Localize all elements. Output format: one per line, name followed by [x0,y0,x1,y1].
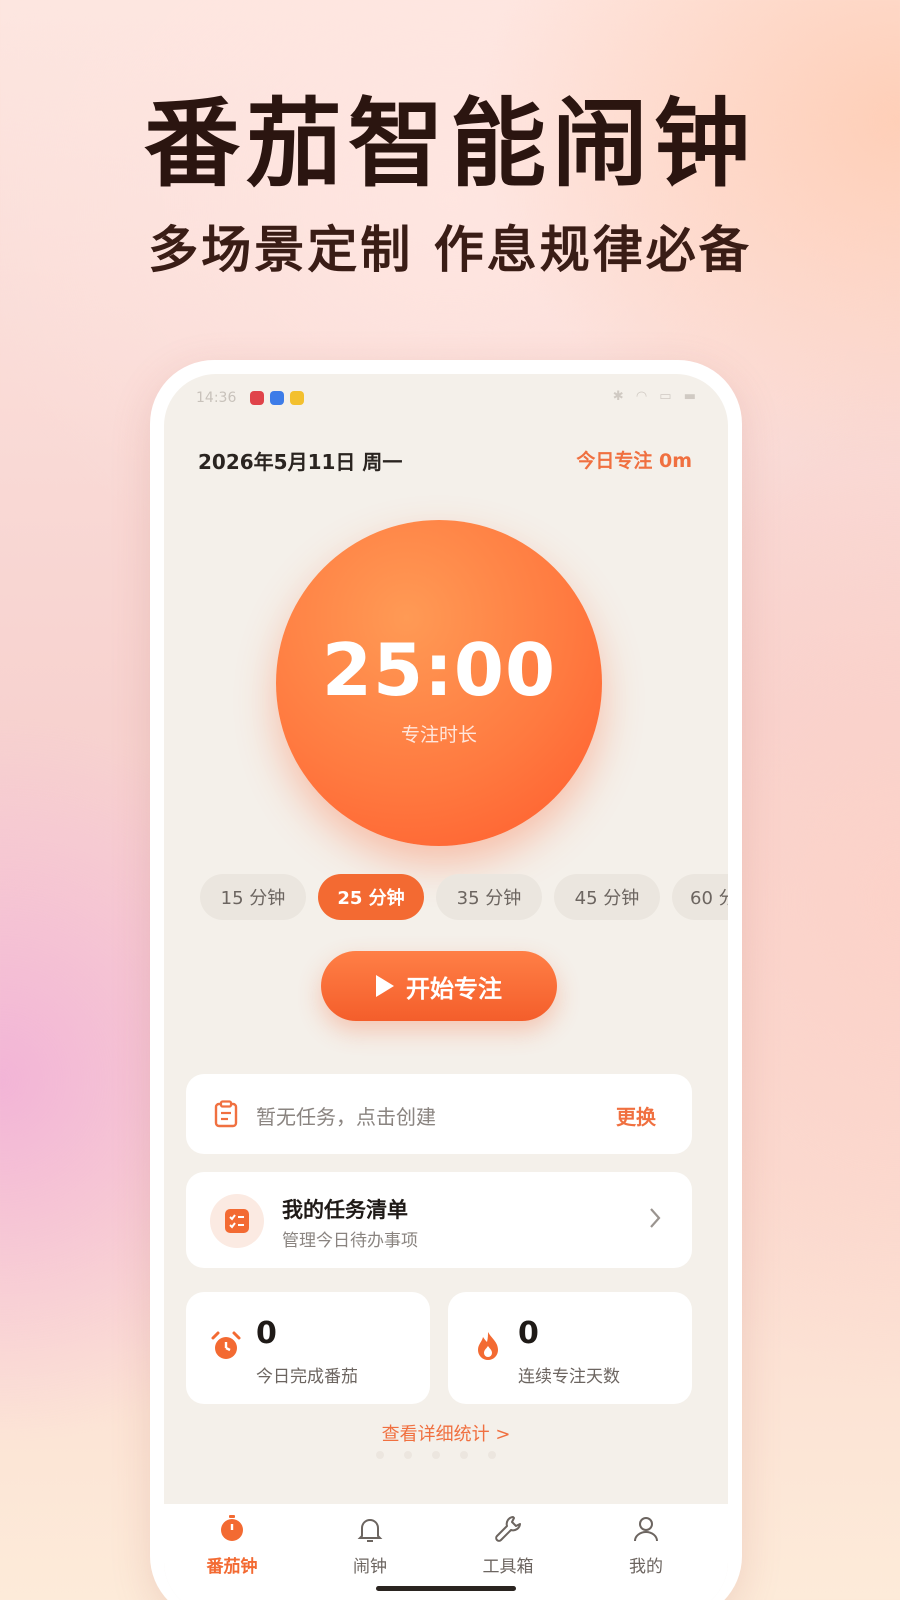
app-notification-icon [290,391,304,405]
app-notification-icon [270,391,284,405]
system-status-icons: ✱ ◠ ▭ ▬ [612,389,700,404]
checklist-icon [210,1194,264,1248]
person-icon [631,1517,661,1548]
home-indicator[interactable] [376,1586,516,1591]
clipboard-icon [214,1100,238,1132]
alarm-clock-icon [210,1330,242,1366]
duration-chip-25[interactable]: 25 分钟 [318,874,424,920]
flame-icon [472,1330,504,1366]
timer-dial[interactable]: 25:00 专注时长 [276,520,602,846]
stat-value: 0 [518,1316,539,1351]
timer-icon [217,1515,247,1548]
tab-label: 我的 [629,1557,663,1577]
timer-value: 25:00 [321,628,557,712]
status-bar: 14:36 ✱ ◠ ▭ ▬ [164,374,728,414]
tab-pomodoro[interactable]: 番茄钟 [182,1514,282,1577]
timer-label: 专注时长 [400,724,477,746]
duration-chip-35[interactable]: 35 分钟 [436,874,542,920]
tab-label: 闹钟 [353,1557,387,1577]
tab-label: 工具箱 [482,1557,534,1577]
stat-card-focus-streak: 0 连续专注天数 [448,1292,692,1404]
stat-label: 今日完成番茄 [256,1367,358,1387]
tab-label: 番茄钟 [206,1557,258,1577]
chevron-right-icon [648,1206,662,1234]
task-list-card[interactable]: 我的任务清单 管理今日待办事项 [186,1172,692,1268]
current-task-card[interactable]: 暂无任务，点击创建 更换 [186,1074,692,1154]
duration-chip-60[interactable]: 60 分钟 [672,874,728,920]
start-focus-button[interactable]: 开始专注 [321,951,557,1021]
bell-icon [355,1519,385,1548]
tab-toolbox[interactable]: 工具箱 [458,1514,558,1577]
phone-frame: 14:36 ✱ ◠ ▭ ▬ 2026年5月11日 周一 今日专注 0m 25:0… [150,360,742,1600]
play-icon [376,975,394,997]
tab-alarm[interactable]: 闹钟 [320,1514,420,1577]
stat-label: 连续专注天数 [518,1367,620,1387]
promo-title: 番茄智能闹钟 [144,88,756,200]
task-list-subtitle: 管理今日待办事项 [282,1231,418,1251]
status-time: 14:36 [196,390,237,406]
task-placeholder: 暂无任务，点击创建 [256,1105,436,1129]
app-notification-icon [250,391,264,405]
promo-subtitle: 多场景定制 作息规律必备 [148,221,752,279]
task-list-title: 我的任务清单 [282,1198,408,1222]
page-dots [376,1444,516,1463]
duration-chip-15[interactable]: 15 分钟 [200,874,306,920]
stat-card-completed-pomodoros: 0 今日完成番茄 [186,1292,430,1404]
wrench-icon [493,1516,523,1548]
stat-value: 0 [256,1316,277,1351]
app-screen: 14:36 ✱ ◠ ▭ ▬ 2026年5月11日 周一 今日专注 0m 25:0… [164,374,728,1600]
tab-profile[interactable]: 我的 [596,1514,696,1577]
current-date: 2026年5月11日 周一 [198,450,403,474]
today-focus-summary[interactable]: 今日专注 0m [576,446,692,473]
start-focus-label: 开始专注 [406,974,502,1003]
change-task-button[interactable]: 更换 [616,1101,656,1130]
view-detail-stats-link[interactable]: 查看详细统计 > [164,1420,728,1446]
duration-chip-45[interactable]: 45 分钟 [554,874,660,920]
